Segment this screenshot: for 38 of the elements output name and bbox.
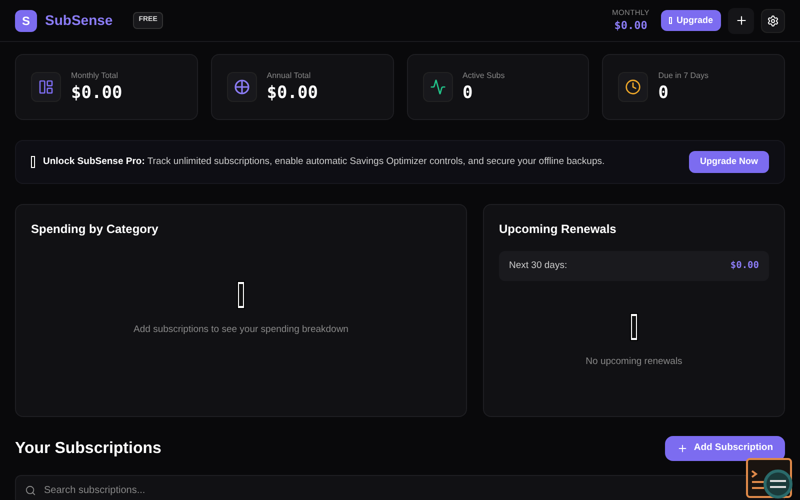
stat-label: Due in 7 Days <box>658 70 708 82</box>
search-field[interactable]: Search subscriptions... <box>15 475 785 500</box>
logo: S <box>15 10 37 32</box>
pulse-icon <box>430 79 446 95</box>
stat-label: Monthly Total <box>71 70 119 82</box>
search-icon <box>25 485 36 496</box>
period-value: $0.00 <box>730 258 759 273</box>
app-name: SubSense <box>45 11 113 30</box>
clock-icon <box>625 79 642 95</box>
missing-glyph-icon <box>630 312 638 341</box>
upgrade-now-button[interactable]: Upgrade Now <box>688 151 769 173</box>
missing-glyph-icon <box>669 17 672 24</box>
stat-label: Annual Total <box>266 70 312 82</box>
panel-icon <box>38 79 54 95</box>
stat-label: Active Subs <box>462 70 505 82</box>
section-title: Your Subscriptions <box>15 438 162 458</box>
upgrade-button[interactable]: Upgrade <box>661 10 721 31</box>
plus-icon <box>676 443 688 454</box>
floating-widget-icon[interactable] <box>746 458 794 500</box>
panel-title: Spending by Category <box>31 221 160 238</box>
add-subscription-button[interactable]: Add Subscription <box>664 436 785 461</box>
stat-value: 0 <box>658 82 670 104</box>
panel-title: Upcoming Renewals <box>499 221 618 238</box>
crosshair-circle-icon <box>234 79 250 95</box>
banner-text: Unlock SubSense Pro: Track unlimited subscriptions, enable automatic Savings Optimizer controls, and secure your offline backups. <box>43 154 605 169</box>
empty-text: Add subscriptions to see your spending breakdown <box>134 323 348 338</box>
missing-glyph-icon <box>237 281 245 310</box>
stat-value: $0.00 <box>266 82 318 104</box>
period-label: Next 30 days: <box>509 258 568 273</box>
stat-value: $0.00 <box>71 82 122 104</box>
empty-text: No upcoming renewals <box>586 354 682 369</box>
add-button[interactable] <box>728 8 754 34</box>
monthly-value: $0.00 <box>614 18 648 34</box>
settings-button[interactable] <box>761 8 785 32</box>
missing-glyph-icon <box>31 156 35 168</box>
stat-value: 0 <box>462 82 474 104</box>
plus-icon <box>734 14 748 27</box>
settings-icon <box>767 14 779 26</box>
